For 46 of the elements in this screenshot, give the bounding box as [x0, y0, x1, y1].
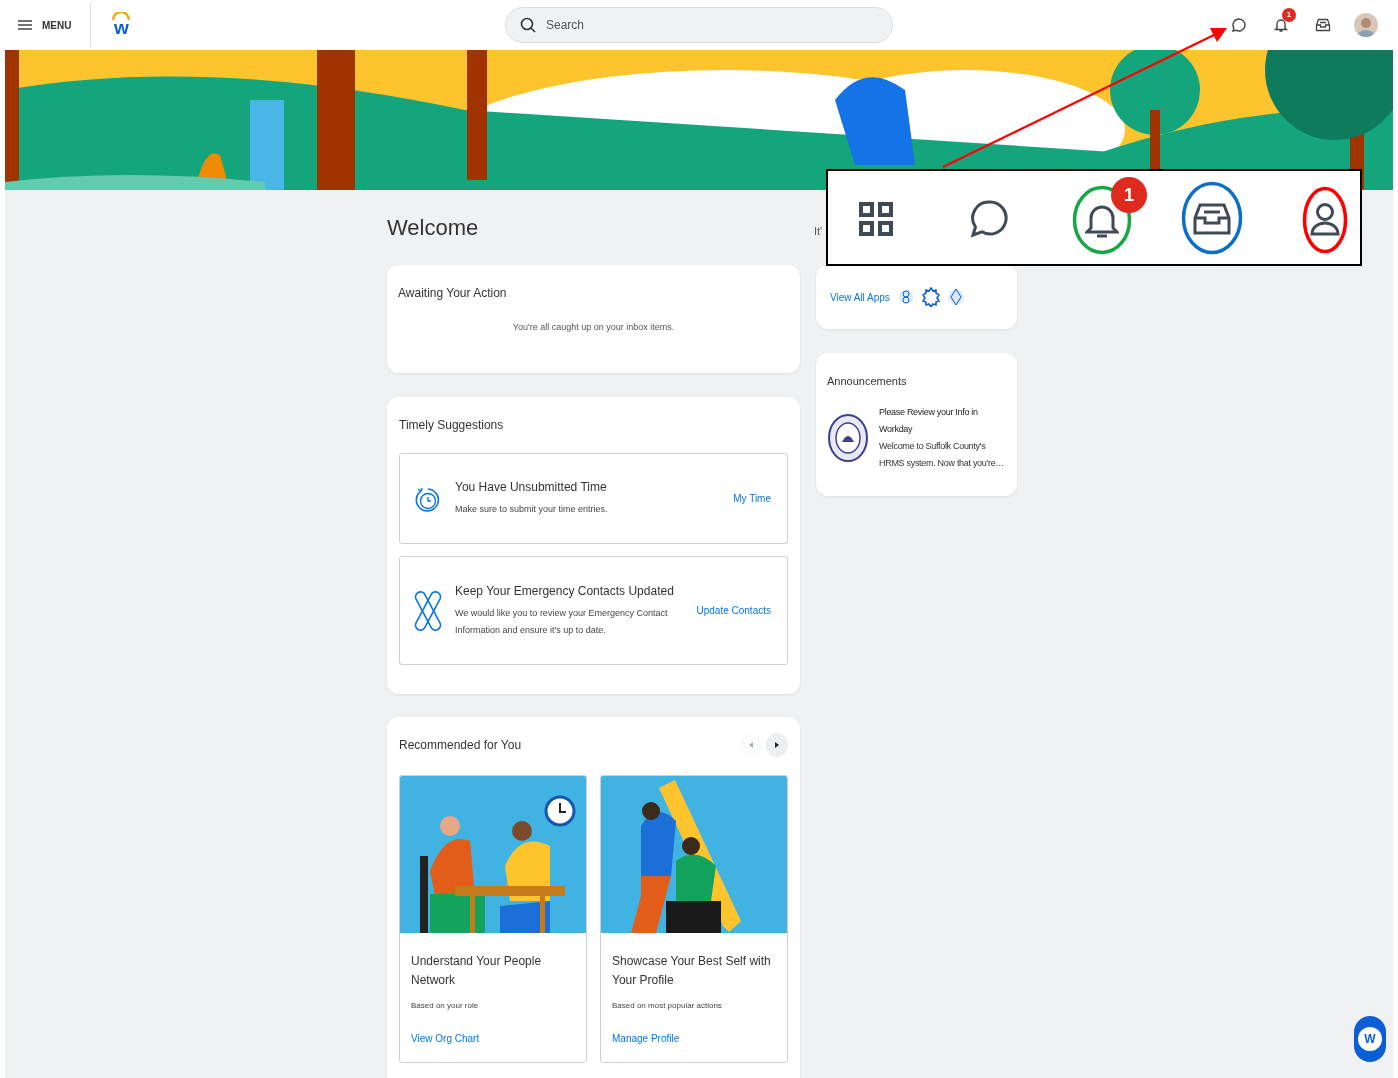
- suggestion-title: Keep Your Emergency Contacts Updated: [455, 582, 675, 599]
- suggestion-text: Make sure to submit your time entries.: [455, 503, 609, 516]
- notification-badge: 1: [1111, 177, 1147, 213]
- recommendation-link[interactable]: View Org Chart: [411, 1031, 480, 1046]
- home-logo[interactable]: w: [108, 10, 135, 40]
- recommendation-title: Understand Your People Network: [411, 953, 543, 989]
- app-icon[interactable]: [897, 288, 914, 306]
- bell-icon: [1273, 17, 1289, 33]
- app-icon[interactable]: [921, 287, 940, 307]
- recommendation-link[interactable]: Manage Profile: [612, 1031, 680, 1046]
- recommendation-note: Based on your role: [411, 1000, 480, 1012]
- notification-badge: 1: [1282, 8, 1296, 22]
- menu-button[interactable]: MENU: [12, 13, 78, 37]
- suggestion-title: You Have Unsubmitted Time: [455, 479, 608, 495]
- seal-icon: [828, 413, 868, 462]
- empty-message: You're all caught up on your inbox items.: [511, 321, 676, 334]
- card-title: Recommended for You: [399, 737, 522, 754]
- recommendation-title: Showcase Your Best Self with Your Profile: [612, 953, 772, 989]
- card-title: Announcements: [827, 374, 908, 389]
- suggestion-link[interactable]: My Time: [733, 491, 771, 506]
- suggestion-link[interactable]: Update Contacts: [696, 603, 771, 618]
- next-button[interactable]: [766, 733, 788, 757]
- page-title: Welcome: [387, 214, 480, 241]
- app-icon[interactable]: [947, 287, 964, 307]
- greeting-text: It': [814, 223, 823, 239]
- announcement-title[interactable]: Please Review your Info in Workday: [879, 403, 1006, 438]
- recommendation-note: Based on most popular actions: [612, 1000, 723, 1012]
- avatar-icon[interactable]: [1354, 13, 1378, 37]
- search-field[interactable]: Search: [546, 16, 878, 34]
- card-title: Timely Suggestions: [399, 417, 505, 433]
- card-title: Awaiting Your Action: [398, 285, 508, 301]
- search-icon: [520, 17, 536, 33]
- arrow-icon: [773, 741, 781, 749]
- inbox-icon: [1192, 202, 1232, 236]
- announcement-text: Welcome to Suffolk County's HRMS system. Now that you're…: [879, 439, 1006, 470]
- menu-icon: [18, 20, 32, 30]
- bandage-icon: [414, 590, 442, 631]
- suggestion-text: We would like you to review your Emergency Contact Information and ensure it's up to date.: [455, 606, 669, 637]
- arrow-icon: [747, 741, 755, 749]
- user-icon: [1310, 202, 1340, 236]
- logo-arc-icon: [111, 12, 132, 20]
- view-all-apps-link[interactable]: View All Apps: [830, 289, 890, 305]
- chat-icon: [969, 199, 1009, 239]
- search-field[interactable]: Search: [505, 7, 893, 43]
- highlight-ellipse: [1302, 186, 1348, 254]
- grid-icon: [859, 202, 893, 236]
